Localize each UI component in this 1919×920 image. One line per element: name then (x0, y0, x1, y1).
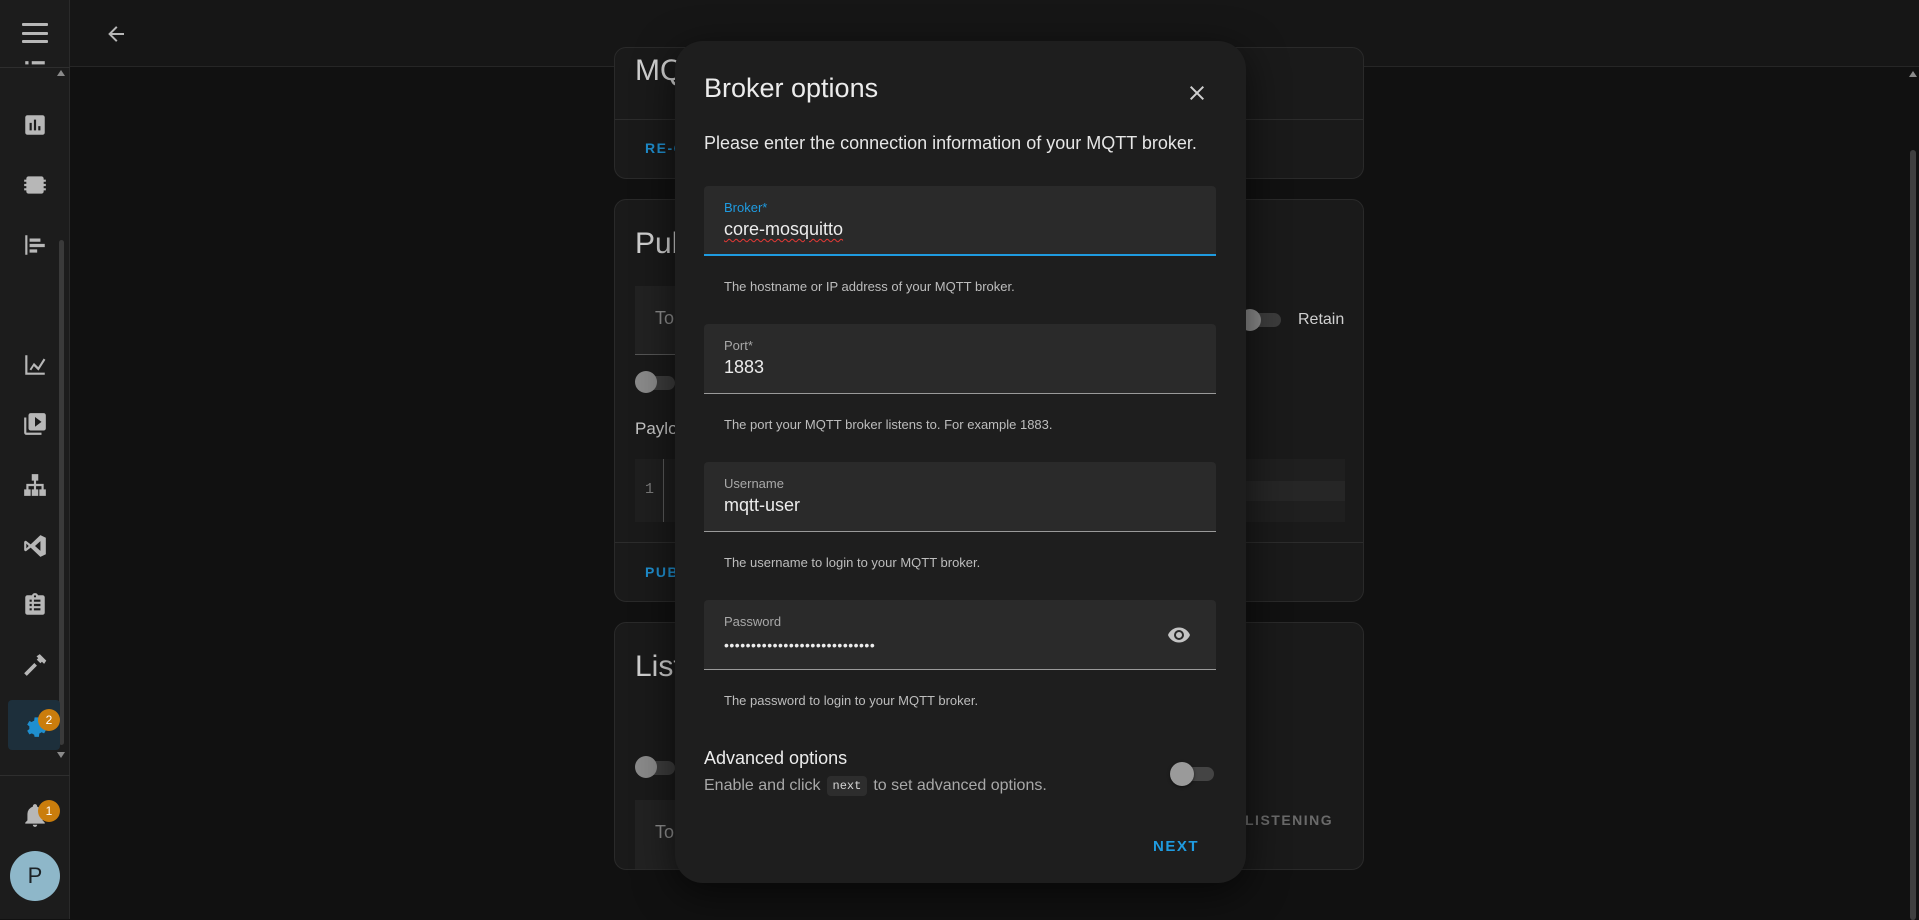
broker-value: core-mosquitto (724, 219, 844, 239)
menu-icon[interactable] (18, 20, 52, 46)
show-password-button[interactable] (1166, 622, 1192, 648)
topic-placeholder: To (655, 822, 675, 842)
chart-line-icon (25, 355, 46, 375)
password-input[interactable]: •••••••••••••••••••••••••••• (724, 637, 875, 653)
sidebar-item-media[interactable] (21, 410, 49, 438)
close-icon (1190, 86, 1204, 100)
clipboard-list-icon (25, 593, 45, 615)
sidebar-item-logbook[interactable] (21, 231, 49, 259)
chart-box-icon (25, 115, 45, 135)
sidebar-item-devices[interactable] (21, 171, 49, 199)
password-field[interactable]: Password •••••••••••••••••••••••••••• (704, 600, 1216, 670)
port-field[interactable]: Port* 1883 (704, 324, 1216, 394)
sidebar-item-energy[interactable] (21, 111, 49, 139)
broker-field[interactable]: Broker* core-mosquitto (704, 186, 1216, 256)
sidebar-item-vscode[interactable] (21, 532, 49, 560)
back-button[interactable] (100, 18, 132, 50)
broker-helper: The hostname or IP address of your MQTT … (724, 279, 1015, 294)
advanced-desc-after: to set advanced options. (873, 777, 1047, 794)
broker-label: Broker* (724, 200, 768, 215)
advanced-options-toggle[interactable] (1170, 761, 1214, 787)
broker-input[interactable]: core-mosquitto (724, 219, 843, 240)
next-code-chip: next (826, 776, 868, 796)
listen-format-toggle-thumb[interactable] (635, 756, 657, 778)
sidebar-scroll-down-icon[interactable] (57, 752, 65, 758)
notifications-badge: 1 (38, 800, 60, 822)
editor-gutter (663, 459, 664, 522)
broker-options-dialog: Broker options Please enter the connecti… (675, 41, 1246, 883)
page-scrollbar[interactable] (1910, 150, 1916, 920)
publish-button[interactable]: PUB (645, 564, 679, 580)
sidebar-scrollbar[interactable] (59, 240, 64, 745)
list-icon[interactable] (21, 58, 49, 86)
username-label: Username (724, 476, 784, 491)
sidebar-item-todo[interactable] (21, 591, 49, 619)
start-listening-button[interactable]: LISTENING (1245, 812, 1333, 828)
username-helper: The username to login to your MQTT broke… (724, 555, 981, 570)
dialog-description: Please enter the connection information … (704, 133, 1197, 153)
port-input[interactable]: 1883 (724, 357, 764, 378)
format-toggle-thumb[interactable] (635, 371, 657, 393)
sidebar-divider-bottom (0, 775, 70, 776)
play-box-multiple-icon (24, 413, 46, 435)
avatar[interactable]: P (10, 851, 60, 901)
chip-icon (24, 176, 46, 194)
next-button[interactable]: NEXT (1153, 838, 1199, 855)
password-label: Password (724, 614, 782, 629)
sidebar-scroll-up-icon[interactable] (57, 70, 65, 76)
password-helper: The password to login to your MQTT broke… (724, 693, 979, 708)
port-label: Port* (724, 338, 753, 353)
advanced-options-description: Enable and click next to set advanced op… (704, 776, 1047, 796)
settings-badge: 2 (38, 709, 60, 731)
sitemap-icon (24, 474, 46, 496)
page-scroll-up-icon[interactable] (1909, 71, 1917, 77)
sidebar: 2 1 P (0, 0, 70, 919)
sidebar-item-developer-tools[interactable] (21, 651, 49, 679)
vscode-icon (24, 535, 46, 557)
line-number: 1 (645, 481, 655, 498)
username-field[interactable]: Username mqtt-user (704, 462, 1216, 532)
sidebar-item-network[interactable] (21, 471, 49, 499)
advanced-desc-before: Enable and click (704, 777, 821, 794)
active-line (1235, 481, 1345, 501)
toggle-thumb (1170, 762, 1194, 786)
close-button[interactable] (1180, 76, 1214, 110)
payload-label: Paylo (635, 419, 678, 438)
dialog-title: Broker options (704, 73, 879, 103)
advanced-options-title: Advanced options (704, 748, 848, 768)
topic-placeholder: To (655, 308, 675, 328)
arrow-left-icon (108, 26, 124, 42)
port-helper: The port your MQTT broker listens to. Fo… (724, 417, 1053, 432)
eye-icon (1168, 627, 1190, 643)
username-input[interactable]: mqtt-user (724, 495, 800, 516)
sidebar-item-history[interactable] (21, 351, 49, 379)
format-list-icon (25, 235, 45, 255)
retain-label: Retain (1298, 311, 1345, 328)
hammer-icon (24, 654, 47, 676)
